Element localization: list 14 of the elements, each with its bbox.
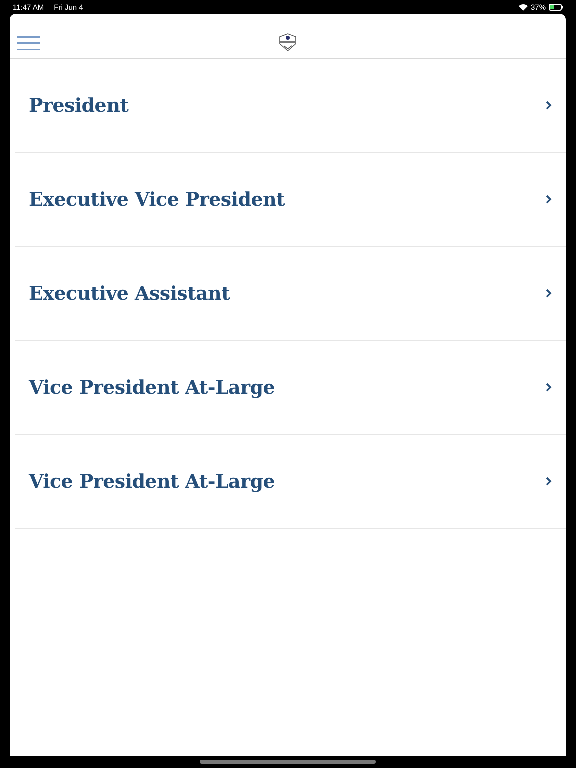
menu-button[interactable]: [17, 36, 40, 50]
chevron-right-icon: [546, 101, 552, 110]
battery-icon: [549, 4, 564, 10]
menu-row[interactable]: Executive Vice President: [15, 153, 566, 247]
menu-row[interactable]: Vice President At-Large: [15, 341, 566, 435]
chevron-right-icon: [546, 195, 552, 204]
chevron-right-icon: [546, 289, 552, 298]
shield-logo: [278, 33, 298, 52]
menu-row[interactable]: Executive Assistant: [15, 247, 566, 341]
chevron-right-icon: [546, 477, 552, 486]
menu-row[interactable]: President: [15, 59, 566, 153]
menu-row[interactable]: Vice President At-Large: [15, 435, 566, 529]
wifi-icon: [518, 4, 528, 10]
chevron-right-icon: [546, 383, 552, 392]
